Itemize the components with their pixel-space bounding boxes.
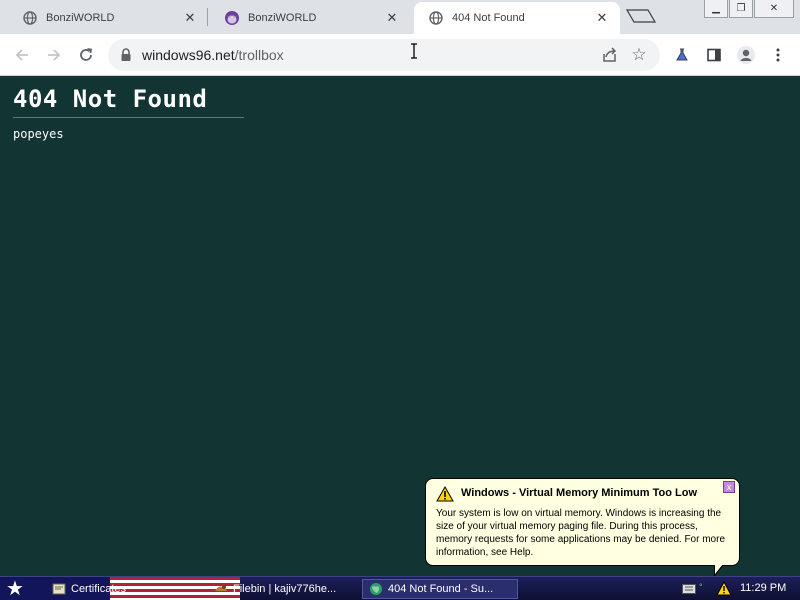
restore-button[interactable]: ❐ xyxy=(729,0,753,18)
close-window-button[interactable]: ✕ xyxy=(754,0,794,18)
globe-icon xyxy=(428,10,444,26)
taskbar-item-certificates[interactable]: Certificates xyxy=(46,579,186,599)
taskbar-item-label: 404 Not Found - Su... xyxy=(388,583,494,595)
arrow-right-icon xyxy=(48,49,61,61)
warning-icon[interactable] xyxy=(716,581,732,596)
balloon-close-button[interactable]: x xyxy=(723,481,735,493)
balloon-tail-fill xyxy=(715,564,723,574)
page-heading: 404 Not Found xyxy=(13,85,208,113)
side-panel-icon xyxy=(707,48,721,62)
tray-indicator-icon: ° xyxy=(699,582,703,592)
system-tray: ° 11:29 PM xyxy=(676,577,800,600)
lock-icon[interactable] xyxy=(120,47,134,63)
taskbar-item-404-not-found[interactable]: 404 Not Found - Su... xyxy=(362,579,518,599)
close-icon[interactable]: ✕ xyxy=(594,10,610,26)
minimize-button[interactable]: ▁ xyxy=(704,0,728,18)
reload-button[interactable] xyxy=(74,43,98,67)
share-icon[interactable] xyxy=(600,45,620,65)
start-star-icon[interactable]: ★ xyxy=(6,579,28,599)
certificate-icon xyxy=(52,583,66,595)
arrow-left-icon xyxy=(15,49,28,61)
tab-strip: BonziWORLD ✕ BonziWORLD ✕ 404 Not Found … xyxy=(0,0,800,34)
page-message: popeyes xyxy=(13,127,64,141)
text-cursor-icon xyxy=(410,43,418,59)
url-path: /trollbox xyxy=(234,47,284,63)
new-tab-button[interactable] xyxy=(625,9,657,23)
close-icon[interactable]: ✕ xyxy=(182,10,198,26)
bookmark-star-icon[interactable]: ☆ xyxy=(628,44,650,66)
kebab-menu-icon xyxy=(776,48,780,62)
tab-title: BonziWORLD xyxy=(248,12,317,24)
balloon-title: Windows - Virtual Memory Minimum Too Low xyxy=(461,487,697,499)
tab-404-not-found[interactable]: 404 Not Found ✕ xyxy=(414,2,620,34)
profile-button[interactable] xyxy=(734,43,758,67)
balloon-body: Your system is low on virtual memory. Wi… xyxy=(436,508,726,558)
taskbar-clock[interactable]: 11:29 PM xyxy=(740,582,786,594)
taskbar-item-label: Filebin | kajiv776he... xyxy=(233,583,337,595)
url-text[interactable]: windows96.net/trollbox xyxy=(142,47,284,63)
warning-icon xyxy=(436,485,454,502)
labs-button[interactable] xyxy=(670,43,694,67)
filebin-icon xyxy=(215,585,227,591)
flask-icon xyxy=(676,48,688,61)
tab-separator xyxy=(207,8,208,26)
virtual-memory-balloon[interactable]: Windows - Virtual Memory Minimum Too Low… xyxy=(425,478,740,577)
side-panel-button[interactable] xyxy=(702,43,726,67)
heading-divider xyxy=(13,117,244,118)
keyboard-icon[interactable] xyxy=(682,584,696,594)
tab-title: BonziWORLD xyxy=(46,12,115,24)
url-host: windows96.net xyxy=(142,47,235,63)
address-bar[interactable]: windows96.net/trollbox ☆ xyxy=(108,39,660,71)
taskbar-item-label: Certificates xyxy=(71,583,127,595)
reload-icon xyxy=(80,48,93,61)
taskbar: ★ Certificates Filebin | kajiv776he... 4… xyxy=(0,576,800,600)
globe-icon xyxy=(22,10,38,26)
browser-globe-icon xyxy=(370,583,382,595)
tab-bonziworld-1[interactable]: BonziWORLD ✕ xyxy=(8,2,208,34)
browser-toolbar: windows96.net/trollbox ☆ xyxy=(0,34,800,76)
avatar-icon xyxy=(737,46,755,64)
forward-button[interactable] xyxy=(42,43,66,67)
tab-bonziworld-2[interactable]: BonziWORLD ✕ xyxy=(210,2,410,34)
taskbar-item-filebin[interactable]: Filebin | kajiv776he... xyxy=(208,579,358,599)
bonzi-icon xyxy=(224,10,240,26)
back-button[interactable] xyxy=(10,43,34,67)
menu-button[interactable] xyxy=(766,43,790,67)
tab-title: 404 Not Found xyxy=(452,12,525,24)
close-icon[interactable]: ✕ xyxy=(384,10,400,26)
